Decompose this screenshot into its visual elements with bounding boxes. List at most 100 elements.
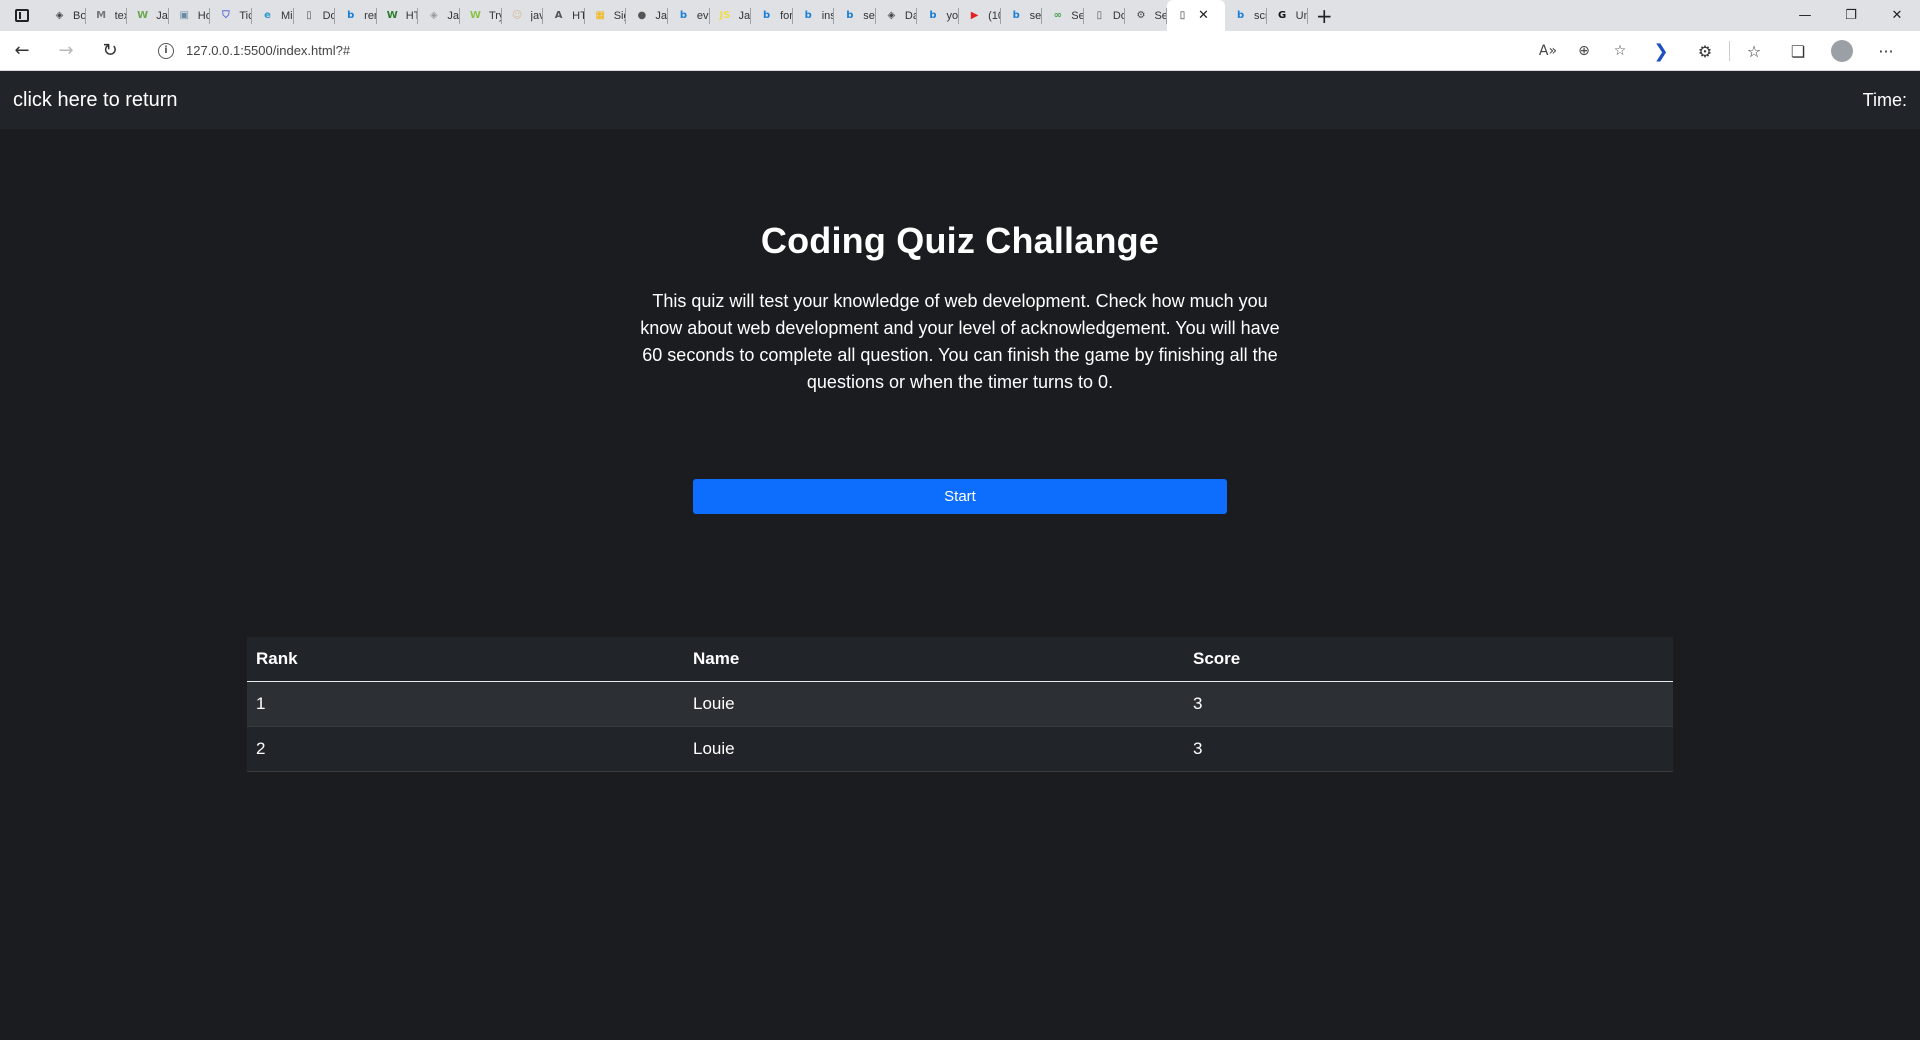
bing-icon: b xyxy=(347,10,355,21)
address-bar[interactable]: i 127.0.0.1:5500/index.html?# xyxy=(146,35,1646,66)
browser-tab[interactable]: ⛉ Tick xyxy=(210,0,252,31)
browser-tab[interactable]: ● Java xyxy=(626,0,668,31)
tab-actions-icon xyxy=(15,9,29,22)
gear-icon: ⚙ xyxy=(1136,10,1146,21)
tab-label: Boo xyxy=(73,9,86,22)
browser-tab[interactable]: ▶ (10 xyxy=(959,0,1001,31)
browser-tab-active[interactable]: ▯ ✕ xyxy=(1167,0,1226,31)
g-icon: G xyxy=(1278,10,1287,21)
tab-label: Mic xyxy=(280,9,294,22)
w-icon: W xyxy=(469,10,481,21)
tab-label: sele xyxy=(863,9,876,22)
url-text[interactable]: 127.0.0.1:5500/index.html?# xyxy=(186,43,350,58)
youtube-icon: ▶ xyxy=(970,10,979,21)
browser-tab-strip: ◈BooMtextWJava▣Ho⛉TickeMic▯DocbremWHTM◈J… xyxy=(0,0,1920,31)
profile-button[interactable] xyxy=(1820,31,1864,71)
close-window-button[interactable]: ✕ xyxy=(1874,0,1920,31)
score-cell: 3 xyxy=(1184,726,1673,772)
back-button[interactable]: ← xyxy=(0,31,44,71)
browser-tab[interactable]: ▦ Sign xyxy=(585,0,627,31)
browser-tab[interactable]: Mtext xyxy=(86,0,128,31)
tab-label: java xyxy=(530,9,544,22)
person-icon: ☺ xyxy=(511,10,523,21)
tab-label: Tick xyxy=(239,9,252,22)
tab-label: inse xyxy=(821,9,835,22)
browser-tab[interactable]: bsele xyxy=(834,0,876,31)
restore-button[interactable]: ❐ xyxy=(1828,0,1874,31)
profile-avatar-icon xyxy=(1831,40,1853,62)
browser-tab[interactable]: W HTM xyxy=(377,0,418,31)
table-row: 2 Louie 3 xyxy=(247,726,1673,772)
zoom-icon[interactable]: ⊕ xyxy=(1566,31,1602,71)
page-icon: ▯ xyxy=(306,10,312,21)
browser-tab[interactable]: ◈ Java xyxy=(418,0,460,31)
tab-label: Set xyxy=(1154,9,1168,22)
read-aloud-icon[interactable]: A» xyxy=(1530,31,1566,71)
browser-tab[interactable]: byot xyxy=(917,0,959,31)
browser-tab[interactable]: W Try xyxy=(460,0,502,31)
browser-tab[interactable]: W Java xyxy=(127,0,169,31)
browser-tab[interactable]: G Unt xyxy=(1267,0,1308,31)
browser-tab[interactable]: ▣ Ho xyxy=(169,0,210,31)
tab-label: Java xyxy=(447,9,460,22)
settings-more-icon[interactable]: ··· xyxy=(1864,31,1908,71)
browser-tab[interactable]: ◈ Dat xyxy=(876,0,917,31)
tab-actions-menu-button[interactable] xyxy=(0,0,44,31)
browser-tab[interactable]: bsele xyxy=(1001,0,1042,31)
add-favorite-icon[interactable]: ☆ xyxy=(1602,31,1638,71)
name-cell: Louie xyxy=(684,726,1184,772)
page-title: Coding Quiz Challange xyxy=(760,220,1160,261)
browser-tab[interactable]: bforn xyxy=(751,0,793,31)
browser-tab[interactable]: JS Java xyxy=(710,0,751,31)
extensions-icon[interactable]: ⚙ xyxy=(1683,31,1727,71)
name-cell: Louie xyxy=(684,681,1184,727)
collections-icon[interactable]: ❏ xyxy=(1776,31,1820,71)
site-info-icon[interactable]: i xyxy=(158,42,174,59)
browser-tab[interactable]: ▯ Doc xyxy=(294,0,336,31)
tab-label: eve xyxy=(696,9,710,22)
browser-tab[interactable]: ▯ Doc xyxy=(1084,0,1125,31)
new-tab-button[interactable]: + xyxy=(1308,0,1340,31)
browser-tab[interactable]: ☺ java xyxy=(502,0,544,31)
minimize-button[interactable]: — xyxy=(1782,0,1828,31)
image-icon: ▣ xyxy=(179,10,189,21)
tab-label: Doc xyxy=(322,9,336,22)
intro-text: This quiz will test your knowledge of we… xyxy=(640,291,1280,392)
browser-tab[interactable]: e Mic xyxy=(252,0,294,31)
bing-icon: b xyxy=(1236,10,1245,21)
circle-icon: ● xyxy=(637,10,647,21)
close-tab-icon[interactable]: ✕ xyxy=(1198,8,1209,23)
copilot-icon[interactable]: ❯ xyxy=(1639,31,1683,71)
start-button[interactable]: Start xyxy=(693,479,1227,514)
browser-right-tools: ❯ ⚙ ☆ ❏ ··· xyxy=(1639,31,1908,71)
tab-label: rem xyxy=(364,9,377,22)
page-icon: ▯ xyxy=(1096,10,1103,21)
quiz-intro-section: Coding Quiz Challange This quiz will tes… xyxy=(0,220,1920,396)
return-link[interactable]: click here to return xyxy=(13,89,178,112)
a-icon: A xyxy=(554,10,563,21)
tab-label: text xyxy=(114,9,128,22)
table-row: 1 Louie 3 xyxy=(247,681,1673,727)
bing-icon: b xyxy=(804,10,812,21)
browser-tab[interactable]: ◈ Boo xyxy=(44,0,86,31)
m-icon: M xyxy=(96,10,107,21)
tab-label: Sign xyxy=(613,9,627,22)
favorites-icon[interactable]: ☆ xyxy=(1732,31,1776,71)
browser-tab[interactable]: brem xyxy=(335,0,377,31)
bing-icon: b xyxy=(1012,10,1020,21)
bing-icon: b xyxy=(763,10,771,21)
browser-tab[interactable]: ⚙ Set xyxy=(1125,0,1167,31)
refresh-button[interactable]: ↻ xyxy=(88,31,132,71)
browser-tab[interactable]: bscri xyxy=(1225,0,1267,31)
js-icon: JS xyxy=(719,10,731,21)
timer-label: Time: xyxy=(1862,89,1907,110)
browser-tab[interactable]: ∞ Sel xyxy=(1042,0,1084,31)
bing-icon: b xyxy=(846,10,854,21)
forward-button[interactable]: → xyxy=(44,31,88,71)
column-header-score: Score xyxy=(1184,637,1673,682)
link-icon: ∞ xyxy=(1053,10,1062,21)
browser-tab[interactable]: beve xyxy=(668,0,710,31)
browser-tab[interactable]: A HTM xyxy=(543,0,585,31)
browser-tab[interactable]: binse xyxy=(793,0,835,31)
bing-icon: b xyxy=(929,10,937,21)
